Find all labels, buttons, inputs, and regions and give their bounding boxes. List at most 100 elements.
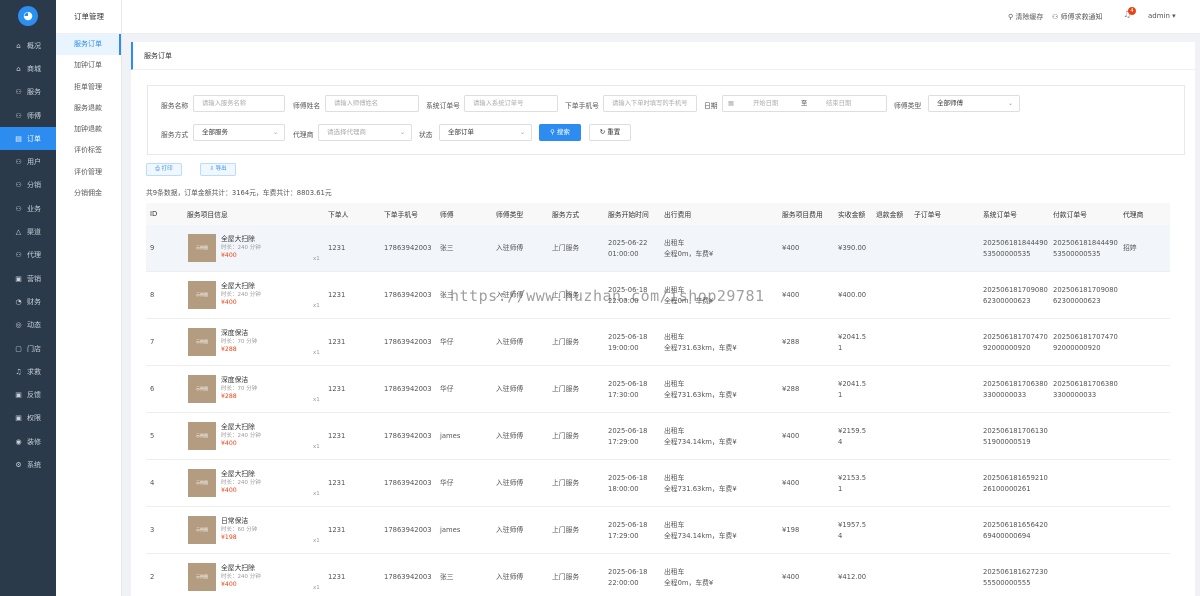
user-menu[interactable]: admin ▾ — [1148, 12, 1176, 20]
reset-button[interactable]: ↻ 重置 — [589, 124, 631, 141]
sub-menu-item[interactable]: 加钟订单 — [56, 55, 121, 76]
cell-tech-type: 入驻师傅 — [496, 573, 524, 581]
cell-id: 5 — [150, 432, 155, 440]
cell-tech: 张三 — [440, 573, 454, 581]
phone-input[interactable]: 请输入下单时填写的手机号 — [603, 95, 697, 112]
nav-item[interactable]: ▣ 营销 — [0, 267, 56, 290]
nav-item[interactable]: ⚇ 业务 — [0, 197, 56, 220]
nav-item[interactable]: ⌂ 商城 — [0, 57, 56, 80]
sub-menu-item[interactable]: 服务退款 — [56, 98, 121, 119]
cell-pay-order-cont: 62300000623 — [1053, 297, 1101, 305]
cell-buyer: 1231 — [328, 385, 346, 393]
service-quantity: x1 — [313, 397, 320, 403]
nav-item-label: 营销 — [27, 274, 41, 283]
agent-select[interactable]: 请选择代理商 ⌄ — [318, 124, 412, 141]
cell-paid: ¥2159.5 — [838, 427, 867, 435]
sub-menu-item[interactable]: 分销佣金 — [56, 183, 121, 204]
cell-paid: ¥2041.5 — [838, 380, 867, 388]
column-header: 服务开始时间 — [608, 211, 649, 219]
sub-menu-item[interactable]: 服务订单 — [56, 34, 121, 56]
service-name-input[interactable]: 请输入服务名称 — [193, 95, 285, 112]
cell-agent: 招婷 — [1123, 244, 1137, 252]
nav-item[interactable]: ♫ 求救 — [0, 360, 56, 383]
table-row[interactable]: 3 示例图 日常保洁 时长：60 分钟 ¥198 x1 1231 17863942003 jam… — [146, 507, 1170, 554]
table-row[interactable]: 6 示例图 深度保洁 时长：70 分钟 ¥288 x1 1231 17863942003 华仔入… — [146, 366, 1170, 413]
nav-item[interactable]: ◔ 财务 — [0, 290, 56, 313]
cell-trip-fee: 全程0m，车费¥ — [664, 250, 714, 258]
tech-type-select[interactable]: 全部师傅 ⌄ — [928, 95, 1020, 112]
export-button[interactable]: ⇩ 导出 — [200, 163, 236, 176]
sys-order-input[interactable]: 请输入系统订单号 — [464, 95, 558, 112]
sub-menu-item[interactable]: 拒单管理 — [56, 77, 121, 98]
nav-item-label: 服务 — [27, 88, 41, 97]
cell-start-date: 2025-06-22 — [608, 239, 648, 247]
cell-pay-order: 202506181707470 — [1053, 333, 1118, 341]
nav-item[interactable]: ⌂ 概况 — [0, 34, 56, 57]
cell-tech: 华仔 — [440, 338, 454, 346]
rescue-notice-label: 师傅求救通知 — [1060, 13, 1103, 21]
nav-item[interactable]: ▢ 门店 — [0, 337, 56, 360]
nav-icon: ▤ — [15, 134, 22, 143]
sub-menu-item[interactable]: 评价管理 — [56, 162, 121, 183]
clear-cache-button[interactable]: ⚲ 清除缓存 — [1008, 12, 1043, 22]
cell-sys-order: 202506181706130 — [983, 427, 1048, 435]
table-row[interactable]: 5 示例图 全屋大扫除 时长：240 分钟 ¥400 x1 1231 17863942003 j… — [146, 413, 1170, 460]
logo-icon[interactable]: ◕ — [18, 6, 38, 26]
nav-item-label: 业务 — [27, 204, 41, 213]
service-duration: 时长：240 分钟 — [221, 480, 261, 486]
table-row[interactable]: 9 示例图 全屋大扫除 时长：240 分钟 ¥400 x1 1231 17863942003 张… — [146, 225, 1170, 272]
watermark: https://www.huzhan.com/ishop29781 — [450, 287, 765, 305]
nav-item[interactable]: ⚇ 分销 — [0, 174, 56, 197]
cell-pay-order: 202506181844490 — [1053, 239, 1118, 247]
cell-pay-order-cont: 3300000033 — [1053, 391, 1097, 399]
nav-icon: ♫ — [15, 367, 22, 376]
cell-start-time: 22:00:00 — [608, 579, 639, 587]
nav-item[interactable]: ▤ 订单 — [0, 127, 56, 151]
cell-paid: ¥1957.5 — [838, 521, 867, 529]
table-row[interactable]: 2 示例图 全屋大扫除 时长：240 分钟 ¥400 x1 1231 17863942003 张… — [146, 554, 1170, 596]
column-header: 下单手机号 — [384, 211, 418, 219]
status-select[interactable]: 全部订单 ⌄ — [439, 124, 532, 141]
nav-item[interactable]: ▣ 权限 — [0, 407, 56, 430]
chevron-down-icon: ⌄ — [519, 129, 525, 136]
nav-item[interactable]: △ 渠道 — [0, 220, 56, 243]
service-duration: 时长：60 分钟 — [221, 527, 258, 533]
search-icon: ⚲ — [550, 128, 555, 136]
orders-table: ID 服务项目信息 下单人 下单手机号 师傅 师傅类型 服务方式 服务开始时间 出行费用 服务项目… — [146, 203, 1170, 596]
export-label: 导出 — [215, 166, 227, 172]
service-thumbnail: 示例图 — [188, 516, 216, 544]
nav-icon: ⚙ — [15, 460, 22, 469]
nav-item[interactable]: ◉ 装修 — [0, 430, 56, 453]
tech-name-input[interactable]: 请输入师傅姓名 — [325, 95, 419, 112]
print-button[interactable]: ⎙ 打印 — [146, 163, 182, 176]
nav-item[interactable]: ▣ 反馈 — [0, 383, 56, 406]
nav-item[interactable]: ◎ 动态 — [0, 314, 56, 337]
column-header: 付款订单号 — [1053, 211, 1087, 219]
table-row[interactable]: 7 示例图 深度保洁 时长：70 分钟 ¥288 x1 1231 17863942003 华仔入… — [146, 319, 1170, 366]
service-mode-select[interactable]: 全部服务 ⌄ — [193, 124, 285, 141]
cell-trip-fee: 全程731.63km，车费¥ — [664, 485, 737, 493]
sub-menu-item[interactable]: 加钟退款 — [56, 119, 121, 140]
cell-tech-type: 入驻师傅 — [496, 432, 524, 440]
cell-trip-fee: 全程731.63km，车费¥ — [664, 391, 737, 399]
nav-item[interactable]: ⚇ 代理 — [0, 244, 56, 267]
nav-item-label: 门店 — [27, 344, 41, 353]
sub-menu-item[interactable]: 评价标签 — [56, 140, 121, 161]
nav-item[interactable]: ⚇ 用户 — [0, 150, 56, 173]
cell-service-mode: 上门服务 — [552, 244, 580, 252]
chevron-down-icon: ⌄ — [272, 129, 278, 136]
service-price: ¥400 — [221, 487, 237, 494]
cell-service-fee: ¥198 — [782, 526, 800, 534]
sys-order-label: 系统订单号 — [426, 102, 460, 110]
table-row[interactable]: 4 示例图 全屋大扫除 时长：240 分钟 ¥400 x1 1231 17863942003 华… — [146, 460, 1170, 507]
nav-icon: ⚇ — [15, 88, 22, 97]
nav-item[interactable]: ⚙ 系统 — [0, 453, 56, 476]
cell-buyer: 1231 — [328, 338, 346, 346]
cell-service-fee: ¥288 — [782, 338, 800, 346]
nav-item[interactable]: ⚇ 师傅 — [0, 104, 56, 127]
search-button[interactable]: ⚲ 搜索 — [539, 124, 581, 141]
nav-item[interactable]: ⚇ 服务 — [0, 81, 56, 104]
date-range-picker[interactable]: ▦ 开始日期 至 结束日期 — [722, 95, 887, 112]
rescue-notice-button[interactable]: ⚇ 师傅求救通知 — [1052, 12, 1103, 22]
nav-item-label: 反馈 — [27, 391, 41, 400]
